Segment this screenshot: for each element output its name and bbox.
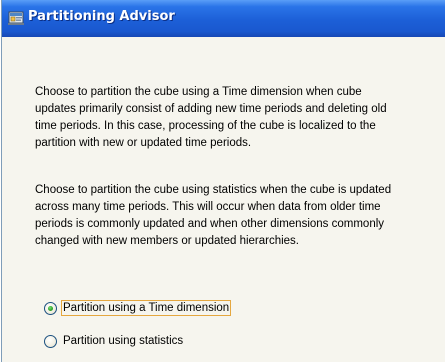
partitioning-advisor-panel: Partitioning Advisor Choose to partition… [1, 0, 445, 362]
time-dimension-label[interactable]: Partition using a Time dimension [61, 300, 232, 316]
statistics-option[interactable]: Partition using statistics [44, 332, 185, 350]
description-line: partition with new or updated time perio… [35, 137, 252, 149]
cube-window-icon [8, 11, 24, 25]
description-line: across many time periods. This will occu… [35, 201, 381, 213]
time-dimension-description: Choose to partition the cube using a Tim… [35, 84, 445, 152]
statistics-label[interactable]: Partition using statistics [61, 333, 185, 349]
statistics-description: Choose to partition the cube using stati… [35, 182, 445, 250]
time-dimension-option[interactable]: Partition using a Time dimension [44, 299, 232, 317]
description-line: Choose to partition the cube using stati… [35, 184, 392, 196]
title-bar: Partitioning Advisor [2, 0, 445, 37]
description-line: updates primarily consist of adding new … [35, 103, 387, 115]
description-line: periods is commonly updated and when oth… [35, 218, 385, 230]
window-title: Partitioning Advisor [28, 9, 175, 24]
description-line: changed with new members or updated hier… [35, 235, 300, 247]
time-dimension-radio[interactable] [44, 301, 57, 315]
description-line: time periods. In this case, processing o… [35, 120, 376, 132]
description-line: Choose to partition the cube using a Tim… [35, 86, 362, 98]
statistics-radio[interactable] [44, 334, 57, 348]
